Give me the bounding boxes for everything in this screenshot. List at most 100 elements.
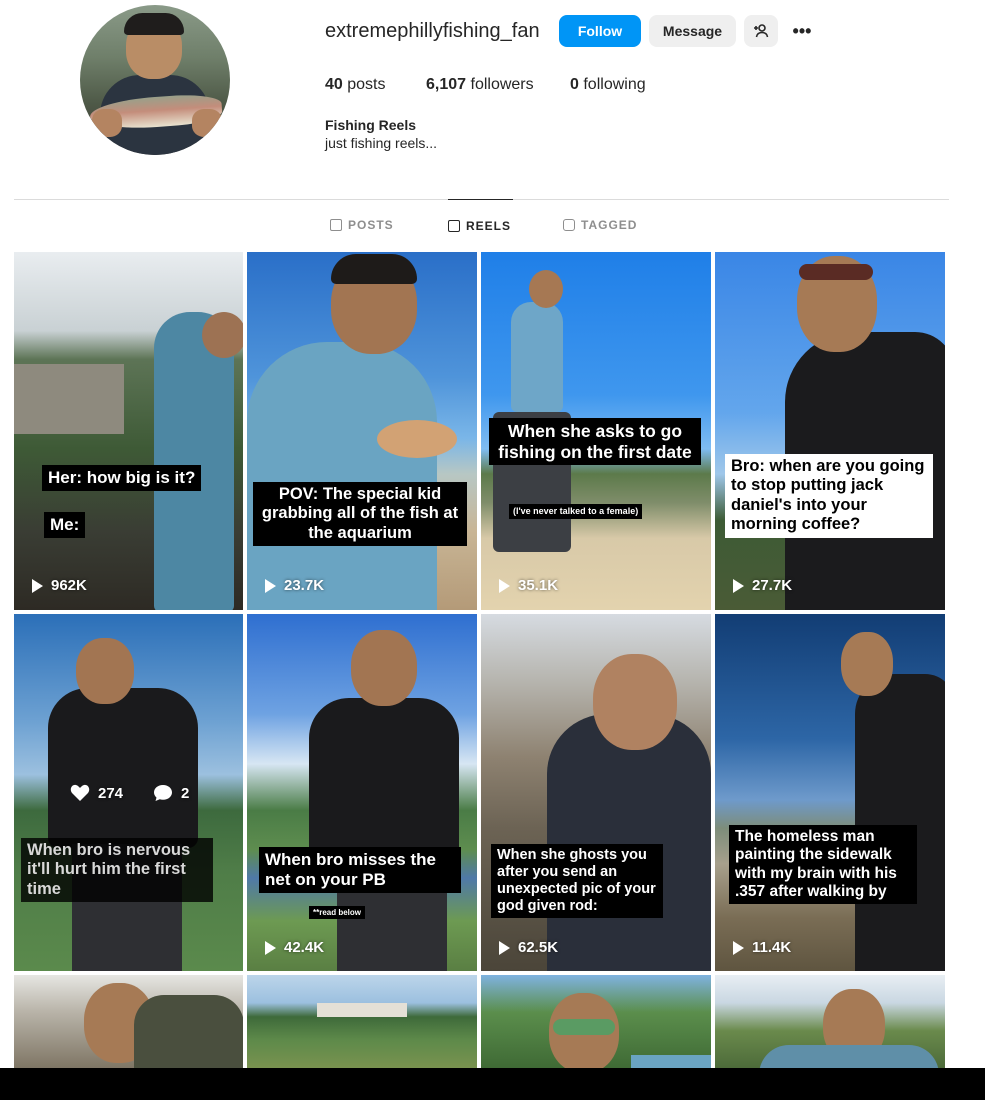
reel-jacket <box>855 674 945 971</box>
reel-views: 27.7K <box>733 577 792 594</box>
reel-comments: 2 <box>153 784 189 802</box>
reel-head <box>76 638 134 704</box>
reel-caption: When bro is nervous it'll hurt him the f… <box>21 838 213 903</box>
followers-count: 6,107 <box>426 76 467 93</box>
reel-view-count: 23.7K <box>284 577 325 594</box>
play-icon <box>32 578 43 593</box>
reel-caption: POV: The special kid grabbing all of the… <box>253 482 467 547</box>
tab-reels[interactable]: REELS <box>448 199 514 252</box>
reel-caption: The homeless man painting the sidewalk w… <box>729 825 917 905</box>
reel-sunglasses <box>799 264 873 280</box>
following-count: 0 <box>570 76 579 93</box>
posts-stat[interactable]: 40 posts <box>325 76 386 94</box>
reel-tile[interactable]: When bro misses the net on your PB **rea… <box>247 614 477 971</box>
reel-bridge <box>14 364 124 434</box>
tab-posts[interactable]: POSTS <box>330 199 394 251</box>
reel-view-count: 11.4K <box>752 939 792 956</box>
reel-views: 35.1K <box>499 577 558 594</box>
tagged-icon <box>563 219 575 231</box>
play-icon <box>265 578 276 593</box>
tab-tagged-label: TAGGED <box>581 218 638 232</box>
following-stat[interactable]: 0 following <box>570 76 646 94</box>
reel-hair <box>331 254 417 284</box>
reel-view-count: 27.7K <box>752 577 793 594</box>
play-icon <box>265 940 276 955</box>
reel-caption: When bro misses the net on your PB <box>259 847 461 894</box>
reel-hoodie <box>547 714 711 971</box>
play-icon <box>499 940 510 955</box>
avatar-hand-left <box>92 109 122 137</box>
reel-head <box>351 630 417 706</box>
reel-shirt <box>247 342 437 610</box>
reel-head <box>593 654 677 750</box>
reel-caption: Me: <box>44 512 86 539</box>
person-add-icon <box>754 24 769 38</box>
tab-reels-label: REELS <box>466 219 512 233</box>
reel-tile[interactable] <box>715 975 945 1068</box>
reel-tile[interactable]: Her: how big is it? Me: 962K <box>14 252 243 610</box>
reel-caption: Her: how big is it? <box>42 465 202 492</box>
posts-count: 40 <box>325 76 343 93</box>
profile-avatar[interactable] <box>80 5 230 155</box>
reel-jacket <box>134 995 243 1068</box>
reel-views: 962K <box>32 577 87 594</box>
bio-name: Fishing Reels <box>325 117 417 133</box>
reel-like-count: 274 <box>98 784 124 802</box>
followers-label: followers <box>470 76 534 93</box>
message-button[interactable]: Message <box>649 15 736 47</box>
play-icon <box>733 940 744 955</box>
reel-views: 11.4K <box>733 939 791 956</box>
reel-view-count: 62.5K <box>518 939 559 956</box>
reel-head <box>529 270 563 308</box>
tab-posts-label: POSTS <box>348 218 394 232</box>
reel-caption: When she asks to go fishing on the first… <box>489 418 701 466</box>
reel-caption: When she ghosts you after you send an un… <box>491 844 663 919</box>
reels-icon <box>448 220 460 232</box>
reel-sunglasses <box>553 1019 615 1035</box>
reel-tile[interactable]: When she ghosts you after you send an un… <box>481 614 711 971</box>
grid-icon <box>330 219 342 231</box>
reel-views: 23.7K <box>265 577 324 594</box>
reel-views: 62.5K <box>499 939 558 956</box>
reel-tile[interactable] <box>481 975 711 1068</box>
reel-caption-note: (I've never talked to a female) <box>509 504 643 519</box>
followers-stat[interactable]: 6,107 followers <box>426 76 534 94</box>
avatar-hand-right <box>192 109 222 137</box>
tab-tagged[interactable]: TAGGED <box>563 199 637 251</box>
reel-view-count: 962K <box>51 577 87 594</box>
reel-shirt <box>511 302 563 412</box>
reel-view-count: 42.4K <box>284 939 325 956</box>
suggest-users-button[interactable] <box>744 15 778 47</box>
following-label: following <box>583 76 646 93</box>
reel-house <box>317 1003 407 1017</box>
reel-comment-count: 2 <box>181 784 190 802</box>
reel-shirt <box>309 698 459 858</box>
reel-head <box>202 312 243 358</box>
reel-shirt <box>48 688 198 848</box>
reel-caption-note: **read below <box>309 906 366 920</box>
reel-shirt <box>759 1045 939 1068</box>
reel-tile[interactable]: POV: The special kid grabbing all of the… <box>247 252 477 610</box>
reel-tile[interactable]: When she asks to go fishing on the first… <box>481 252 711 610</box>
profile-username: extremephillyfishing_fan <box>325 20 540 42</box>
play-icon <box>499 578 510 593</box>
reel-tile[interactable]: 274 2 When bro is nervous it'll hurt him… <box>14 614 243 971</box>
reel-shirt <box>631 1055 711 1068</box>
play-icon <box>733 578 744 593</box>
avatar-hair <box>124 13 184 35</box>
more-options-button[interactable]: ••• <box>786 15 818 47</box>
reel-fish <box>377 420 457 458</box>
reel-views: 42.4K <box>265 939 324 956</box>
reel-caption: Bro: when are you going to stop putting … <box>725 454 933 538</box>
reel-tile[interactable] <box>247 975 477 1068</box>
reel-likes: 274 <box>70 784 123 802</box>
comment-icon <box>154 785 172 801</box>
posts-label: posts <box>347 76 386 93</box>
reel-tile[interactable]: Bro: when are you going to stop putting … <box>715 252 945 610</box>
reel-view-count: 35.1K <box>518 577 559 594</box>
follow-button[interactable]: Follow <box>559 15 641 47</box>
reel-tile[interactable]: The homeless man painting the sidewalk w… <box>715 614 945 971</box>
reel-tile[interactable] <box>14 975 243 1068</box>
reel-head <box>841 632 893 696</box>
bottom-black-bar <box>0 1068 985 1100</box>
